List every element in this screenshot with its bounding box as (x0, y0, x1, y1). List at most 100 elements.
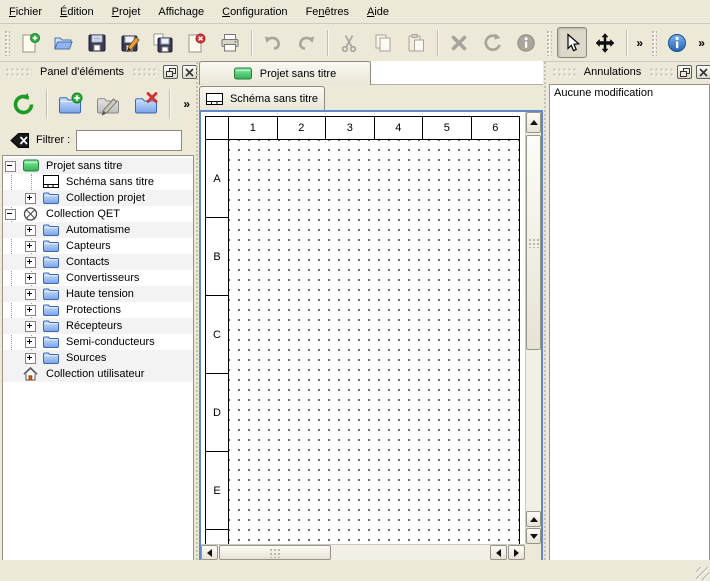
clear-filter-icon[interactable] (9, 132, 30, 149)
diagram-canvas[interactable]: 123456 ABCDE (201, 112, 525, 544)
menu-item[interactable]: Configuration (213, 0, 296, 23)
vertical-scrollbar[interactable] (525, 112, 541, 544)
scroll-up-button-2[interactable] (526, 511, 541, 527)
column-header: 1 (229, 117, 278, 139)
close-project-button[interactable] (181, 27, 211, 58)
expander-icon[interactable] (5, 161, 16, 172)
tree-item-label: Sources (66, 352, 106, 364)
dock-close-button[interactable] (696, 65, 710, 79)
column-headers: 123456 (229, 117, 519, 139)
right-dock-titlebar[interactable]: Annulations (549, 62, 710, 82)
scroll-right-button[interactable] (508, 545, 525, 560)
toolbar-overflow-button[interactable]: » (695, 36, 708, 50)
title-block-frame: 123456 ABCDE (205, 116, 520, 544)
tree-item[interactable]: Convertisseurs (3, 270, 193, 286)
dock-float-button[interactable] (163, 65, 178, 79)
new-project-button[interactable] (15, 27, 45, 58)
tree-item[interactable]: Récepteurs (3, 318, 193, 334)
toolbar-grip[interactable] (4, 30, 10, 56)
selection-mode-button[interactable] (557, 27, 587, 58)
diagram-view[interactable]: 123456 ABCDE (199, 110, 543, 562)
tree-item[interactable]: Contacts (3, 254, 193, 270)
arrow-down-icon (530, 534, 538, 539)
save-as-button[interactable] (115, 27, 145, 58)
resize-grip[interactable] (696, 567, 709, 580)
right-splitter-handle[interactable] (543, 61, 547, 560)
menu-item[interactable]: Fichier (0, 0, 51, 23)
new-category-button[interactable] (53, 87, 87, 122)
pan-mode-button[interactable] (590, 27, 620, 58)
edit-category-button (91, 87, 125, 122)
toolbar-separator (437, 30, 438, 56)
undo-list-item[interactable]: Aucune modification (550, 85, 709, 101)
tree-item[interactable]: Haute tension (3, 286, 193, 302)
menu-item[interactable]: Affichage (149, 0, 213, 23)
new-document-icon (19, 32, 41, 54)
dock-grip[interactable] (132, 67, 159, 78)
row-header: E (206, 452, 228, 530)
expander-icon[interactable] (25, 289, 36, 300)
column-header: 2 (278, 117, 327, 139)
about-qet-button[interactable] (662, 27, 692, 58)
scroll-down-button[interactable] (526, 528, 541, 544)
tree-item-icon (43, 175, 60, 189)
scroll-left-button-2[interactable] (490, 545, 507, 560)
save-button[interactable] (81, 27, 111, 58)
cut-button (334, 27, 364, 58)
expander-icon[interactable] (25, 225, 36, 236)
menu-item[interactable]: Projet (103, 0, 150, 23)
tree-item[interactable]: Capteurs (3, 238, 193, 254)
delete-category-button[interactable] (129, 87, 163, 122)
expander-icon[interactable] (25, 321, 36, 332)
menu-item[interactable]: Aide (358, 0, 398, 23)
tree-item[interactable]: Semi-conducteurs (3, 334, 193, 350)
redo-button (291, 27, 321, 58)
tree-item[interactable]: Automatisme (3, 222, 193, 238)
horizontal-scroll-thumb[interactable] (219, 545, 331, 560)
dock-float-button[interactable] (677, 65, 692, 79)
toolbar-grip[interactable] (546, 30, 552, 56)
expander-icon[interactable] (25, 193, 36, 204)
filter-row: Filtrer : (2, 127, 201, 153)
open-project-button[interactable] (48, 27, 78, 58)
tree-item[interactable]: Collection utilisateur (3, 366, 193, 382)
open-folder-icon (52, 32, 74, 54)
dock-grip[interactable] (552, 67, 576, 78)
delete-folder-icon (133, 91, 160, 118)
dock-grip[interactable] (649, 67, 673, 78)
vertical-scroll-thumb[interactable] (526, 135, 541, 350)
menu-item-label: ichier (16, 6, 42, 18)
tree-item[interactable]: Schéma sans titre (3, 174, 193, 190)
tree-item[interactable]: Collection projet (3, 190, 193, 206)
filter-input[interactable] (76, 130, 182, 151)
reload-collections-button[interactable] (6, 87, 40, 122)
tree-item[interactable]: Projet sans titre (3, 158, 193, 174)
expander-icon[interactable] (25, 353, 36, 364)
menu-item[interactable]: Édition (51, 0, 103, 23)
expander-icon[interactable] (25, 273, 36, 284)
expander-icon[interactable] (5, 209, 16, 220)
left-dock-titlebar[interactable]: Panel d'éléments (2, 62, 200, 82)
horizontal-scrollbar[interactable] (201, 544, 525, 560)
tab-project[interactable]: Projet sans titre (199, 61, 371, 85)
tree-item[interactable]: Protections (3, 302, 193, 318)
save-all-button[interactable] (148, 27, 178, 58)
toolbar-overflow-button[interactable]: » (633, 36, 646, 50)
toolbar-grip[interactable] (651, 30, 657, 56)
undo-history-list[interactable]: Aucune modification (549, 84, 710, 562)
print-button[interactable] (215, 27, 245, 58)
scroll-up-button[interactable] (526, 112, 541, 133)
tab-schema[interactable]: Schéma sans titre (199, 86, 325, 111)
project-tabbar: Projet sans titre (199, 61, 543, 85)
expander-icon[interactable] (25, 257, 36, 268)
scroll-left-button[interactable] (201, 545, 218, 560)
thumb-grip (528, 238, 540, 248)
schema-icon (206, 93, 223, 105)
tree-item[interactable]: Collection QET (3, 206, 193, 222)
expander-icon[interactable] (25, 337, 36, 348)
dock-grip[interactable] (5, 67, 32, 78)
tree-item[interactable]: Sources (3, 350, 193, 366)
menu-item[interactable]: Fenêtres (297, 0, 358, 23)
expander-icon[interactable] (25, 241, 36, 252)
expander-icon[interactable] (25, 305, 36, 316)
